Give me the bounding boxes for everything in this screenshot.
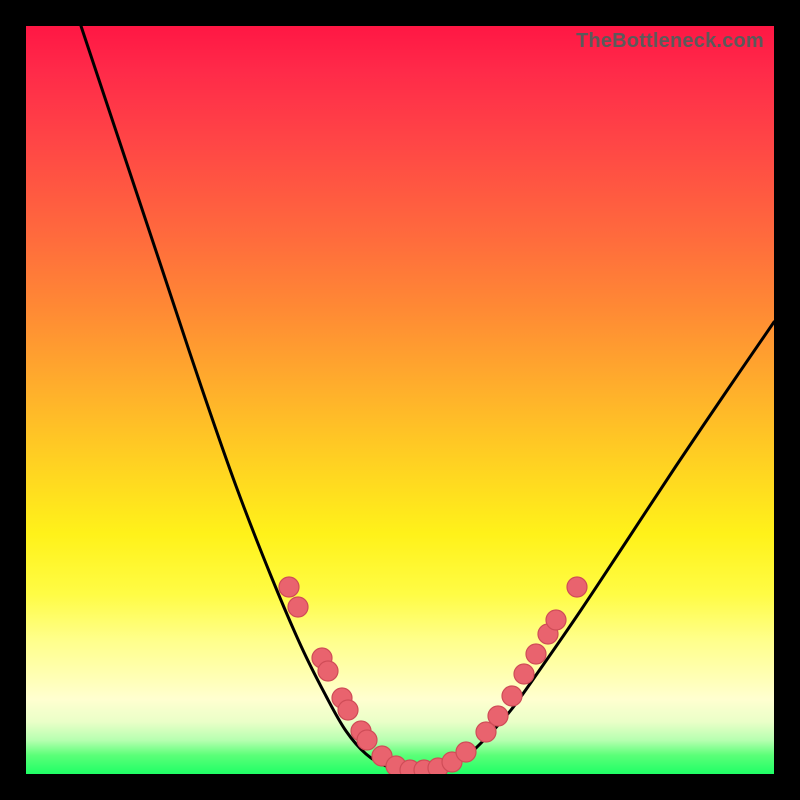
marker-dot [514, 664, 534, 684]
marker-dot [546, 610, 566, 630]
marker-dot [279, 577, 299, 597]
marker-dot [357, 730, 377, 750]
plot-area: TheBottleneck.com [26, 26, 774, 774]
marker-dot [288, 597, 308, 617]
marker-dot [456, 742, 476, 762]
marker-dot [567, 577, 587, 597]
marker-dot [502, 686, 522, 706]
bottleneck-curve [81, 26, 774, 771]
marker-dot [488, 706, 508, 726]
chart-frame: TheBottleneck.com [0, 0, 800, 800]
marker-dot [318, 661, 338, 681]
marker-dot [526, 644, 546, 664]
chart-svg [26, 26, 774, 774]
marker-dot [338, 700, 358, 720]
marker-dots-group [279, 577, 587, 774]
